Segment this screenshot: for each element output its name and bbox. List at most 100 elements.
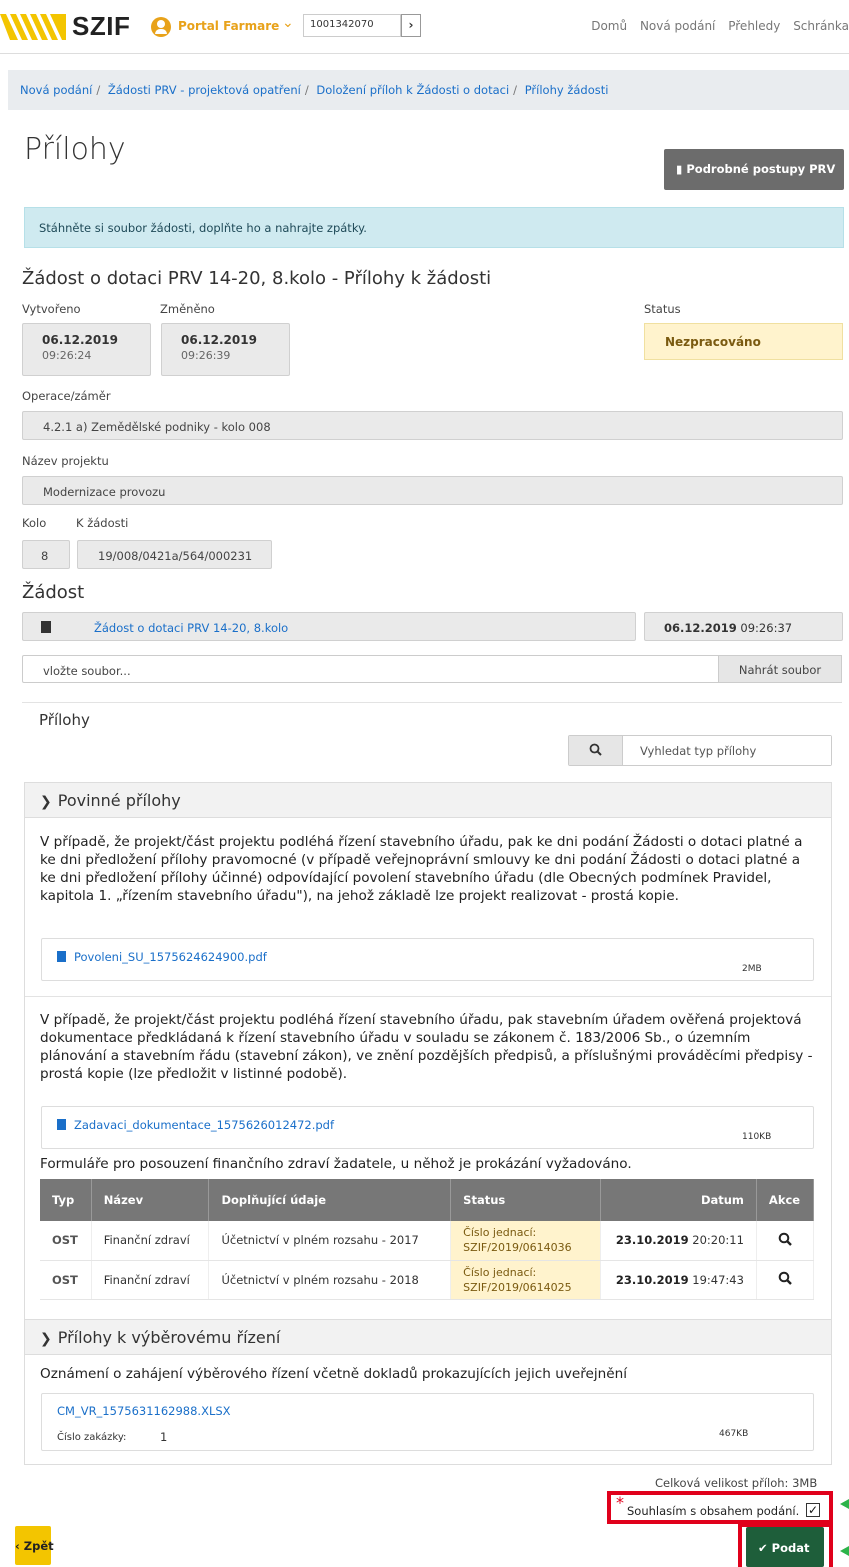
total-size: Celková velikost příloh: 3MB xyxy=(655,1476,818,1490)
file-time: 09:26:37 xyxy=(740,621,793,635)
nav-inbox[interactable]: Schránka xyxy=(793,19,849,33)
changed-datebox: 06.12.2019 09:26:39 xyxy=(161,323,290,376)
operation-field: 4.2.1 a) Zemědělské podniky - kolo 008 xyxy=(22,411,843,440)
breadcrumb-item[interactable]: Nová podání xyxy=(20,83,92,97)
attachment-description: Formuláře pro posouzení finančního zdrav… xyxy=(40,1156,632,1172)
status-line: Číslo jednací: xyxy=(463,1226,537,1240)
status-badge: Nezpracováno xyxy=(644,323,843,360)
search-input[interactable]: Vyhledat typ přílohy xyxy=(623,736,831,765)
cell-name: Finanční zdraví xyxy=(91,1221,210,1261)
ref-label: K žádosti xyxy=(76,516,129,530)
file-size: 2MB xyxy=(742,964,762,974)
chevron-down-icon[interactable]: ⌄ xyxy=(282,15,294,31)
attachment-file-link[interactable]: CM_VR_1575631162988.XLSX xyxy=(57,1404,231,1418)
mandatory-attachments-title: Povinné přílohy xyxy=(57,791,181,810)
nav-overviews[interactable]: Přehledy xyxy=(728,19,780,33)
zadost-title: Žádost xyxy=(22,582,85,603)
project-label: Název projektu xyxy=(22,454,109,468)
attachment-file-link[interactable]: Povoleni_SU_1575624624900.pdf xyxy=(74,950,267,964)
tender-attachments-title: Přílohy k výběrovému řízení xyxy=(57,1328,281,1347)
consent-checkbox[interactable]: ✓ xyxy=(806,1503,820,1517)
changed-time: 09:26:39 xyxy=(181,349,231,362)
breadcrumb: Nová podání / Žádosti PRV - projektová op… xyxy=(8,70,849,110)
table-header-row: Typ Název Doplňující údaje Status Datum … xyxy=(40,1179,815,1221)
request-file-date: 06.12.2019 09:26:37 xyxy=(644,612,843,641)
project-field: Modernizace provozu xyxy=(22,476,843,505)
financial-health-table: Typ Název Doplňující údaje Status Datum … xyxy=(40,1179,815,1300)
pointer-arrow-icon xyxy=(840,1499,849,1509)
nav-home[interactable]: Domů xyxy=(591,19,627,33)
created-time: 09:26:24 xyxy=(42,349,92,362)
request-file-row: Žádost o dotaci PRV 14-20, 8.kolo xyxy=(22,612,636,641)
info-alert: Stáhněte si soubor žádosti, doplňte ho a… xyxy=(24,207,844,248)
top-bar: SZIF Portal Farmare ⌄ 1001342070 › Domů … xyxy=(0,0,849,54)
back-label: Zpět xyxy=(23,1539,54,1553)
ref-field: 19/008/0421a/564/000231 xyxy=(77,540,272,569)
pointer-arrow-icon xyxy=(840,1546,849,1556)
user-icon xyxy=(151,17,171,37)
time: 20:20:11 xyxy=(692,1233,744,1248)
round-label: Kolo xyxy=(22,516,47,530)
tender-attachments-header[interactable]: ❯ Přílohy k výběrovému řízení xyxy=(24,1319,832,1355)
file-size: 467KB xyxy=(719,1429,749,1439)
order-number-value: 1 xyxy=(160,1430,168,1444)
submit-button[interactable]: ✔ Podat xyxy=(746,1527,824,1567)
column-header: Doplňující údaje xyxy=(208,1179,452,1221)
submit-label: Podat xyxy=(771,1541,810,1555)
operation-label: Operace/záměr xyxy=(22,389,111,403)
attachment-description: Oznámení o zahájení výběrového řízení vč… xyxy=(40,1366,628,1382)
logo-text[interactable]: SZIF xyxy=(72,11,130,42)
cell-status: Číslo jednací: SZIF/2019/0614025 xyxy=(450,1260,602,1300)
check-icon: ✔ xyxy=(758,1541,768,1555)
search-icon[interactable] xyxy=(778,1232,792,1246)
cell-date: 23.10.2019 20:20:11 xyxy=(600,1221,757,1261)
search-icon xyxy=(589,743,602,756)
cell-action xyxy=(756,1221,815,1261)
table-row: OST Finanční zdraví Účetnictví v plném r… xyxy=(40,1221,815,1261)
status-line: Číslo jednací: xyxy=(463,1265,537,1279)
portal-menu[interactable]: Portal Farmare xyxy=(178,19,279,33)
prv-procedures-button[interactable]: ▮ Podrobné postupy PRV xyxy=(664,149,844,190)
chevron-down-icon: ❯ xyxy=(40,794,52,810)
cell-status: Číslo jednací: SZIF/2019/0614036 xyxy=(450,1221,602,1261)
breadcrumb-item[interactable]: Žádosti PRV - projektová opatření xyxy=(108,83,301,97)
date: 23.10.2019 xyxy=(615,1233,689,1248)
column-header: Typ xyxy=(40,1179,92,1221)
cell-type: OST xyxy=(40,1260,92,1300)
cell-action xyxy=(756,1260,815,1300)
attachment-file-link[interactable]: Zadavaci_dokumentace_1575626012472.pdf xyxy=(74,1118,334,1132)
nav-new-submissions[interactable]: Nová podání xyxy=(640,19,715,33)
chevron-right-button[interactable]: › xyxy=(401,14,421,37)
order-number-label: Číslo zakázky: xyxy=(57,1432,127,1443)
created-date: 06.12.2019 xyxy=(42,333,118,347)
chevron-left-icon: ‹ xyxy=(15,1539,20,1553)
prv-procedures-label: Podrobné postupy PRV xyxy=(686,162,836,176)
consent-label[interactable]: Souhlasím s obsahem podání. xyxy=(627,1504,799,1518)
breadcrumb-item[interactable]: Přílohy žádosti xyxy=(525,83,609,97)
status-line: SZIF/2019/0614036 xyxy=(463,1241,572,1255)
upload-button[interactable]: Nahrát soubor xyxy=(718,655,842,683)
pdf-icon xyxy=(57,951,66,962)
file-upload-input[interactable]: vložte soubor... xyxy=(22,655,719,683)
file-date: 06.12.2019 xyxy=(664,621,737,635)
pdf-icon xyxy=(41,621,51,633)
request-file-link[interactable]: Žádost o dotaci PRV 14-20, 8.kolo xyxy=(94,621,288,635)
page-title: Přílohy xyxy=(24,132,126,167)
client-id-input[interactable]: 1001342070 xyxy=(303,14,401,37)
column-header: Název xyxy=(91,1179,210,1221)
mandatory-attachments-header[interactable]: ❯ Povinné přílohy xyxy=(24,782,832,818)
szif-logo-icon[interactable] xyxy=(0,14,66,40)
breadcrumb-item[interactable]: Doložení příloh k Žádosti o dotaci xyxy=(316,83,509,97)
column-header: Akce xyxy=(756,1179,815,1221)
created-datebox: 06.12.2019 09:26:24 xyxy=(22,323,151,376)
pdf-icon: ▮ xyxy=(676,162,683,176)
attachment-file-box: Povoleni_SU_1575624624900.pdf 2MB xyxy=(41,938,814,981)
back-button[interactable]: ‹ Zpět xyxy=(15,1526,54,1565)
search-icon[interactable] xyxy=(778,1271,792,1285)
date: 23.10.2019 xyxy=(615,1272,689,1287)
pdf-icon xyxy=(57,1119,66,1130)
column-header: Status xyxy=(450,1179,602,1221)
search-button[interactable] xyxy=(569,736,623,765)
attachment-description: V případě, že projekt/část projektu podl… xyxy=(40,1012,813,1082)
table-row: OST Finanční zdraví Účetnictví v plném r… xyxy=(40,1260,815,1300)
